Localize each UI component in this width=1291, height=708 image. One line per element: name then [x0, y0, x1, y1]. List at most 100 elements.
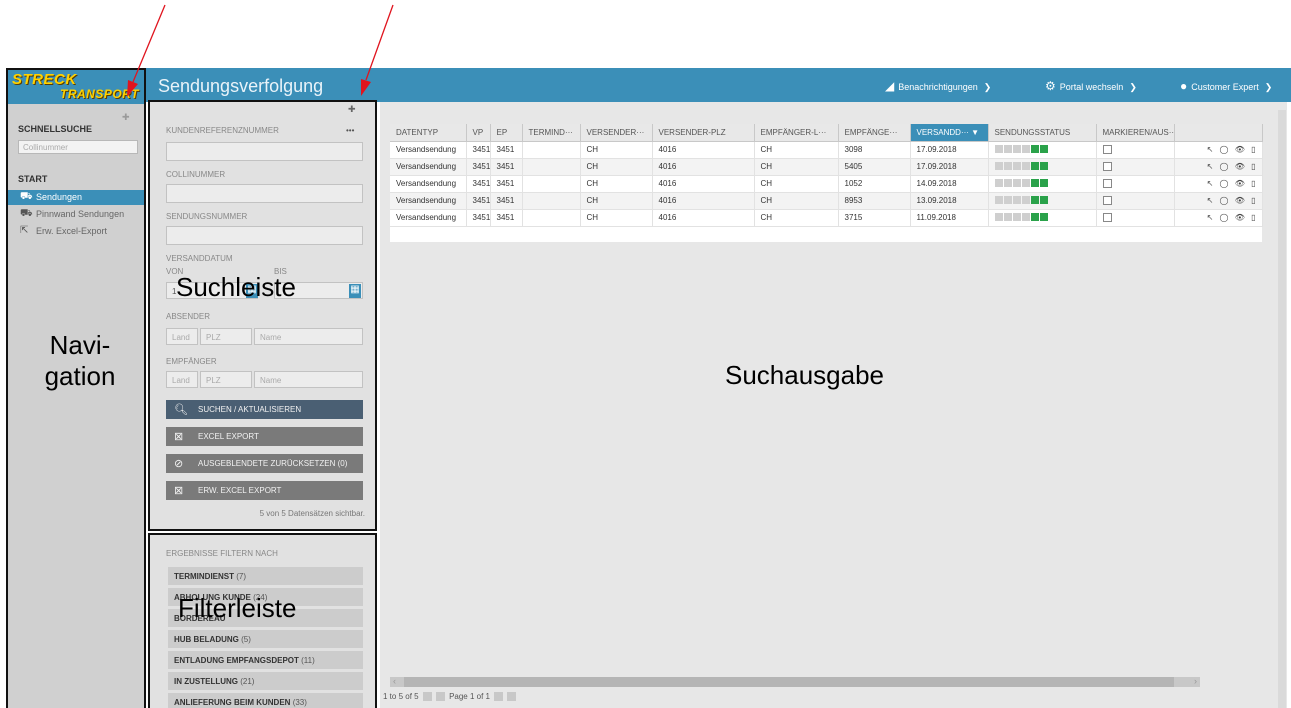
column-header[interactable]: DATENTYP [390, 124, 467, 142]
column-header[interactable]: VERSENDER-PLZ [652, 124, 755, 142]
table-cell: CH [580, 175, 653, 193]
mark-checkbox[interactable] [1102, 196, 1112, 206]
column-header[interactable] [1174, 124, 1263, 142]
pager: 1 to 5 of 5 Page 1 of 1 [383, 692, 518, 702]
table-cell: 17.09.2018 [910, 158, 989, 176]
filter-item-hub-beladung[interactable]: HUB BELADUNG (5) [168, 630, 363, 648]
calendar-icon[interactable]: ▦ [349, 284, 361, 298]
column-header[interactable]: SENDUNGSSTATUS [988, 124, 1097, 142]
horizontal-scrollbar[interactable]: ‹ › [390, 676, 1200, 687]
table-cell: 3451 [490, 175, 523, 193]
table-cell: 3451 [490, 192, 523, 210]
scroll-left-icon[interactable]: ‹ [393, 676, 396, 686]
table-row[interactable]: Versandsendung 3451 3451 CH 4016 CH 3098 17.09.… [390, 141, 1263, 159]
next-page-button[interactable] [494, 692, 504, 702]
table-cell [522, 158, 581, 176]
status-cell [988, 209, 1097, 227]
table-header-row: DATENTYP VP EP TERMIND··· VERSENDER··· VERSEN… [390, 124, 1263, 142]
status-segment [994, 144, 1003, 153]
pin-icon[interactable]: ✚ [122, 112, 130, 123]
row-action-icons[interactable]: ↖ ◯ 👁 ▯ [1174, 175, 1263, 193]
nav-item-label: Pinnwand Sendungen [36, 209, 125, 219]
row-action-icons[interactable]: ↖ ◯ 👁 ▯ [1174, 158, 1263, 176]
sort-desc-icon: ▼ [968, 127, 980, 137]
recipient-land-input[interactable]: Land [166, 371, 198, 388]
notifications-menu[interactable]: ◢ Benachrichtigungen ❯ [885, 79, 991, 93]
column-header[interactable]: VP [466, 124, 491, 142]
colli-input[interactable] [166, 184, 363, 203]
table-row[interactable]: Versandsendung 3451 3451 CH 4016 CH 5405 17.09.… [390, 158, 1263, 176]
company-logo[interactable]: STRECK TRANSPORT [8, 70, 144, 104]
mark-checkbox[interactable] [1102, 145, 1112, 155]
mark-checkbox[interactable] [1102, 179, 1112, 189]
first-page-button[interactable] [422, 692, 432, 702]
search-button[interactable]: 🔍︎ SUCHEN / AKTUALISIEREN [166, 400, 363, 419]
more-options-icon[interactable]: ••• [346, 126, 354, 135]
status-progress-bar [994, 195, 1049, 206]
table-row[interactable]: Versandsendung 3451 3451 CH 4016 CH 1052 14.09.… [390, 175, 1263, 193]
scrollbar-thumb[interactable] [404, 677, 1174, 687]
table-cell: 3451 [466, 192, 491, 210]
table-cell: CH [754, 158, 839, 176]
nav-item-sendungen[interactable]: ⛟ Sendungen [8, 190, 144, 205]
column-header[interactable]: VERSENDER··· [580, 124, 653, 142]
customer-ref-input[interactable] [166, 142, 363, 161]
nav-item-pinnwand[interactable]: ⛟ Pinnwand Sendungen [8, 207, 144, 222]
ext-excel-export-button[interactable]: ⊠ ERW. EXCEL EXPORT [166, 481, 363, 500]
ext-excel-export-label: ERW. EXCEL EXPORT [198, 486, 282, 495]
reset-hidden-button[interactable]: ⊘ AUSGEBLENDETE ZURÜCKSETZEN (0) [166, 454, 363, 473]
filter-item-anlieferung[interactable]: ANLIEFERUNG BEIM KUNDEN (33) [168, 693, 363, 708]
status-segment [1012, 161, 1021, 170]
sender-name-input[interactable]: Name [254, 328, 363, 345]
column-header[interactable]: TERMIND··· [522, 124, 581, 142]
previous-page-button[interactable] [435, 692, 445, 702]
recipient-name-input[interactable]: Name [254, 371, 363, 388]
column-header[interactable]: EMPFÄNGER-L··· [754, 124, 839, 142]
table-cell: 3451 [490, 209, 523, 227]
filter-heading: ERGEBNISSE FILTERN NACH [166, 549, 278, 558]
mark-checkbox[interactable] [1102, 162, 1112, 172]
status-segment [1030, 161, 1039, 170]
portal-switch-menu[interactable]: ⚙ Portal wechseln ❯ [1045, 79, 1137, 93]
vertical-scrollbar[interactable] [1278, 110, 1286, 708]
status-segment [1039, 212, 1048, 221]
table-row[interactable]: Versandsendung 3451 3451 CH 4016 CH 3715 11.09.… [390, 209, 1263, 227]
nav-item-excel-export[interactable]: ⇱ Erw. Excel-Export [8, 224, 144, 239]
mark-cell [1096, 175, 1175, 193]
quick-search-input[interactable]: Collinummer [18, 140, 138, 154]
results-area: DATENTYP VP EP TERMIND··· VERSENDER··· VERSEN… [380, 102, 1287, 708]
status-segment [1039, 161, 1048, 170]
chevron-down-icon: ❯ [983, 82, 992, 92]
last-page-button[interactable] [507, 692, 517, 702]
filter-item-in-zustellung[interactable]: IN ZUSTELLUNG (21) [168, 672, 363, 690]
row-action-icons[interactable]: ↖ ◯ 👁 ▯ [1174, 209, 1263, 227]
row-action-icons[interactable]: ↖ ◯ 👁 ▯ [1174, 141, 1263, 159]
column-header[interactable]: MARKIEREN/AUS··· [1096, 124, 1175, 142]
mark-checkbox[interactable] [1102, 213, 1112, 223]
recipient-plz-input[interactable]: PLZ [200, 371, 252, 388]
status-segment [1021, 161, 1030, 170]
status-segment [1003, 144, 1012, 153]
status-segment [1003, 161, 1012, 170]
table-cell [522, 175, 581, 193]
table-cell: CH [580, 141, 653, 159]
shipment-number-input[interactable] [166, 226, 363, 245]
column-header[interactable]: EP [490, 124, 523, 142]
column-header[interactable]: EMPFÄNGE··· [838, 124, 911, 142]
table-row[interactable]: Versandsendung 3451 3451 CH 4016 CH 8953 13.09.… [390, 192, 1263, 210]
status-segment [1021, 144, 1030, 153]
status-segment [994, 178, 1003, 187]
filter-item-entladung[interactable]: ENTLADUNG EMPFANGSDEPOT (11) [168, 651, 363, 669]
pin-icon[interactable]: ✚ [348, 104, 356, 115]
filter-item-termindienst[interactable]: TERMINDIENST (7) [168, 567, 363, 585]
excel-export-button[interactable]: ⊠ EXCEL EXPORT [166, 427, 363, 446]
scroll-right-icon[interactable]: › [1194, 676, 1197, 686]
column-header[interactable]: VERSANDD··· ▼ [910, 124, 989, 142]
user-menu[interactable]: ● Customer Expert ❯ [1180, 79, 1272, 93]
sender-plz-input[interactable]: PLZ [200, 328, 252, 345]
table-cell: 3451 [466, 141, 491, 159]
table-cell: 3715 [838, 209, 911, 227]
status-segment [1039, 144, 1048, 153]
sender-land-input[interactable]: Land [166, 328, 198, 345]
row-action-icons[interactable]: ↖ ◯ 👁 ▯ [1174, 192, 1263, 210]
